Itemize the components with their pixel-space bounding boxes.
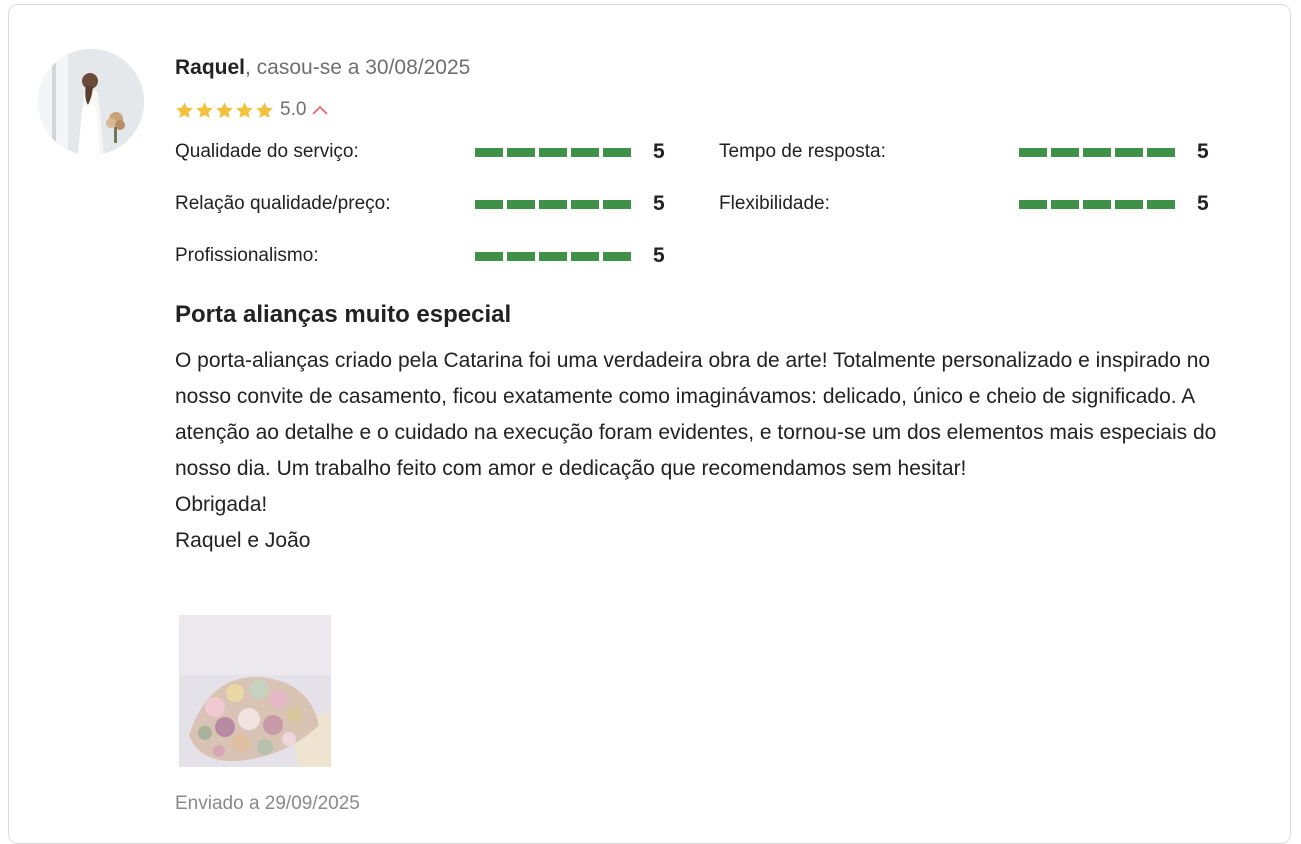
rating-bar-segment: [603, 147, 631, 157]
rating-bar-segment: [1051, 147, 1079, 157]
rating-bar-segment: [539, 199, 567, 209]
rating-response-time: Tempo de resposta: 5: [719, 134, 1209, 170]
rating-bar-segment: [1115, 147, 1143, 157]
star-icon: [256, 101, 273, 118]
rating-value: 5: [1197, 140, 1209, 163]
rating-bar-segment: [507, 199, 535, 209]
rating-value: 5: [653, 192, 665, 215]
rating-bar-segment: [603, 251, 631, 261]
rating-bar-segment: [539, 147, 567, 157]
rating-bar-segment: [571, 147, 599, 157]
rating-stars: [175, 101, 274, 120]
rating-bar-segment: [507, 147, 535, 157]
rating-bar-segment: [475, 199, 503, 209]
wedding-date-text: , casou-se a 30/08/2025: [245, 56, 471, 79]
star-icon: [196, 101, 213, 118]
rating-bar: [475, 199, 631, 209]
review-header: Raquel, casou-se a 30/08/2025: [175, 56, 470, 80]
rating-label: Qualidade do serviço:: [175, 141, 359, 162]
rating-bar-segment: [1019, 147, 1047, 157]
rating-bar-segment: [475, 147, 503, 157]
review-paragraph: O porta-alianças criado pela Catarina fo…: [175, 349, 1217, 480]
rating-bar-segment: [1115, 199, 1143, 209]
detailed-ratings: Qualidade do serviço: 5 Tempo de respost…: [175, 134, 1235, 294]
star-icon: [216, 101, 233, 118]
rating-bar-segment: [603, 199, 631, 209]
rating-label: Profissionalismo:: [175, 245, 319, 266]
author-name: Raquel: [175, 56, 246, 79]
rating-value: 5: [1197, 192, 1209, 215]
rating-professionalism: Profissionalismo: 5: [175, 238, 665, 274]
rating-bar: [1019, 199, 1175, 209]
rating-quality: Qualidade do serviço: 5: [175, 134, 665, 170]
rating-flexibility: Flexibilidade: 5: [719, 186, 1209, 222]
rating-bar-segment: [571, 199, 599, 209]
overall-score: 5.0: [280, 99, 307, 120]
rating-bar-segment: [571, 251, 599, 261]
star-icon: [236, 101, 253, 118]
rating-bar: [1019, 147, 1175, 157]
star-icon: [176, 101, 193, 118]
rating-bar: [475, 147, 631, 157]
avatar: [38, 49, 144, 155]
rating-value: 5: [653, 140, 665, 163]
rating-value-for-money: Relação qualidade/preço: 5: [175, 186, 665, 222]
rating-bar-segment: [1147, 147, 1175, 157]
rating-label: Relação qualidade/preço:: [175, 193, 391, 214]
rating-bar-segment: [1083, 199, 1111, 209]
rating-bar-segment: [475, 251, 503, 261]
rating-label: Tempo de resposta:: [719, 141, 886, 162]
rating-bar-segment: [1083, 147, 1111, 157]
rating-label: Flexibilidade:: [719, 193, 830, 214]
review-photo-thumbnail[interactable]: [179, 615, 331, 767]
review-thanks: Obrigada!: [175, 493, 268, 516]
rating-value: 5: [653, 244, 665, 267]
rating-bar-segment: [1147, 199, 1175, 209]
chevron-up-icon[interactable]: [311, 104, 329, 116]
rating-bar: [475, 251, 631, 261]
review-body: O porta-alianças criado pela Catarina fo…: [175, 343, 1250, 559]
rating-bar-segment: [539, 251, 567, 261]
review-signature: Raquel e João: [175, 529, 311, 552]
overall-rating: 5.0: [175, 98, 329, 122]
rating-bar-segment: [507, 251, 535, 261]
rating-bar-segment: [1051, 199, 1079, 209]
review-title: Porta alianças muito especial: [175, 301, 512, 328]
sent-date: Enviado a 29/09/2025: [175, 793, 360, 814]
rating-bar-segment: [1019, 199, 1047, 209]
